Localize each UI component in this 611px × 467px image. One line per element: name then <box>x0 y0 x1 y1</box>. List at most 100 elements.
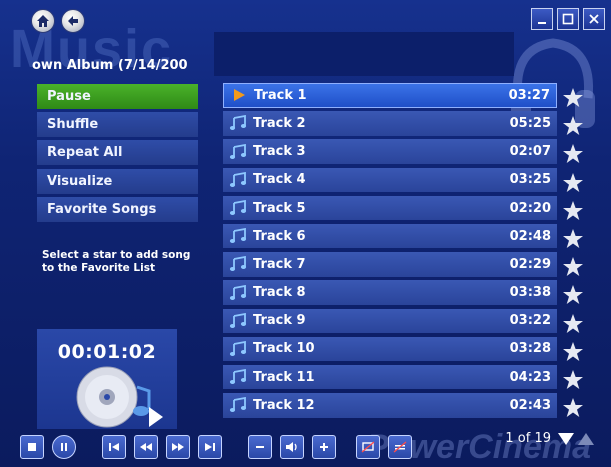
favorite-star-button[interactable] <box>560 169 586 197</box>
favorite-star-button[interactable] <box>560 338 586 366</box>
maximize-button[interactable] <box>557 8 579 30</box>
menu-item-favorite-songs[interactable]: Favorite Songs <box>37 196 198 222</box>
track-duration: 04:23 <box>509 369 551 385</box>
favorite-star-button[interactable] <box>560 310 586 338</box>
rewind-button[interactable] <box>134 435 158 459</box>
maximize-icon <box>562 13 574 25</box>
track-row[interactable]: Track 10 03:28 <box>223 336 557 362</box>
header-band <box>214 32 514 76</box>
stop-button[interactable] <box>20 435 44 459</box>
track-row[interactable]: Track 8 03:38 <box>223 280 557 305</box>
music-note-icon <box>229 340 247 356</box>
favorite-stars-column <box>560 84 586 422</box>
favorite-hint-text: Select a star to add song to the Favorit… <box>42 249 191 274</box>
favorite-star-button[interactable] <box>560 197 586 225</box>
track-duration: 03:22 <box>509 313 551 329</box>
fast-forward-icon <box>172 443 184 451</box>
minimize-button[interactable] <box>531 8 553 30</box>
track-row[interactable]: Track 12 02:43 <box>223 393 557 418</box>
track-row[interactable]: Track 9 03:22 <box>223 308 557 333</box>
skip-previous-icon <box>109 443 119 451</box>
music-note-icon <box>229 312 247 328</box>
previous-track-button[interactable] <box>102 435 126 459</box>
track-duration: 03:28 <box>509 341 551 357</box>
track-duration: 03:25 <box>509 172 551 188</box>
screen-mode-button[interactable] <box>356 435 380 459</box>
music-note-icon <box>229 397 247 413</box>
music-note-icon <box>229 115 247 131</box>
page-indicator: 1 of 19 <box>505 431 551 446</box>
track-row[interactable]: Track 1 03:27 <box>223 83 557 108</box>
star-icon <box>563 257 583 277</box>
pause-button[interactable] <box>52 435 76 459</box>
subtitle-off-button[interactable] <box>388 435 412 459</box>
star-icon <box>563 398 583 418</box>
music-note-icon <box>229 143 247 159</box>
home-button[interactable] <box>31 9 55 33</box>
track-duration: 02:29 <box>509 256 551 272</box>
menu-item-visualize[interactable]: Visualize <box>37 168 198 194</box>
track-row[interactable]: Track 4 03:25 <box>223 167 557 193</box>
stop-icon <box>28 443 36 451</box>
music-note-icon <box>229 256 247 272</box>
back-button[interactable] <box>61 9 85 33</box>
star-icon <box>563 88 583 108</box>
favorite-star-button[interactable] <box>560 253 586 281</box>
page-up-icon[interactable] <box>577 432 595 446</box>
music-note-icon <box>229 228 247 244</box>
speaker-icon <box>286 442 297 452</box>
star-icon <box>563 369 583 389</box>
now-playing-panel: 00:01:02 <box>37 329 177 429</box>
menu-item-pause[interactable]: Pause <box>37 84 198 109</box>
track-row[interactable]: Track 2 05:25 <box>223 111 557 136</box>
close-button[interactable] <box>583 8 605 30</box>
favorite-star-button[interactable] <box>560 140 586 168</box>
page-down-icon[interactable] <box>557 432 575 446</box>
track-row[interactable]: Track 11 04:23 <box>223 364 557 390</box>
menu-item-repeat-all[interactable]: Repeat All <box>37 140 198 166</box>
star-icon <box>563 341 583 361</box>
favorite-star-button[interactable] <box>560 394 586 422</box>
rewind-icon <box>140 443 152 451</box>
minimize-icon <box>538 22 546 24</box>
subtitle-off-icon <box>393 441 407 453</box>
track-list: Track 1 03:27 Track 2 05:25 Track 3 02:0… <box>223 83 557 421</box>
volume-up-button[interactable] <box>312 435 336 459</box>
minus-icon <box>256 446 264 448</box>
track-name: Track 10 <box>253 341 315 357</box>
music-note-icon <box>229 171 247 187</box>
favorite-star-button[interactable] <box>560 112 586 140</box>
favorite-star-button[interactable] <box>560 225 586 253</box>
pause-icon <box>61 443 67 451</box>
close-icon <box>589 14 599 24</box>
menu-item-shuffle[interactable]: Shuffle <box>37 112 198 138</box>
fast-forward-button[interactable] <box>166 435 190 459</box>
track-name: Track 8 <box>253 285 306 301</box>
track-duration: 03:27 <box>508 87 550 103</box>
track-row[interactable]: Track 5 02:20 <box>223 195 557 221</box>
star-icon <box>563 144 583 164</box>
plus-icon <box>320 443 328 451</box>
track-name: Track 3 <box>253 144 306 160</box>
back-arrow-icon <box>68 16 78 26</box>
mute-button[interactable] <box>280 435 304 459</box>
track-name: Track 6 <box>253 228 306 244</box>
favorite-star-button[interactable] <box>560 84 586 112</box>
track-duration: 02:20 <box>509 200 551 216</box>
music-player-window: Music own Album (7/14/200 Pause Shuffle … <box>0 0 611 467</box>
play-indicator-icon <box>234 89 245 102</box>
music-note-icon <box>229 200 247 215</box>
favorite-star-button[interactable] <box>560 366 586 394</box>
track-row[interactable]: Track 3 02:07 <box>223 139 557 164</box>
next-track-button[interactable] <box>198 435 222 459</box>
track-row[interactable]: Track 7 02:29 <box>223 252 557 277</box>
track-duration: 03:38 <box>509 285 551 301</box>
screen-mode-icon <box>361 441 375 453</box>
track-row[interactable]: Track 6 02:48 <box>223 223 557 249</box>
star-icon <box>563 172 583 192</box>
volume-down-button[interactable] <box>248 435 272 459</box>
cd-disc-icon <box>76 366 163 428</box>
track-duration: 02:48 <box>509 228 551 244</box>
star-icon <box>563 116 583 136</box>
favorite-star-button[interactable] <box>560 281 586 309</box>
